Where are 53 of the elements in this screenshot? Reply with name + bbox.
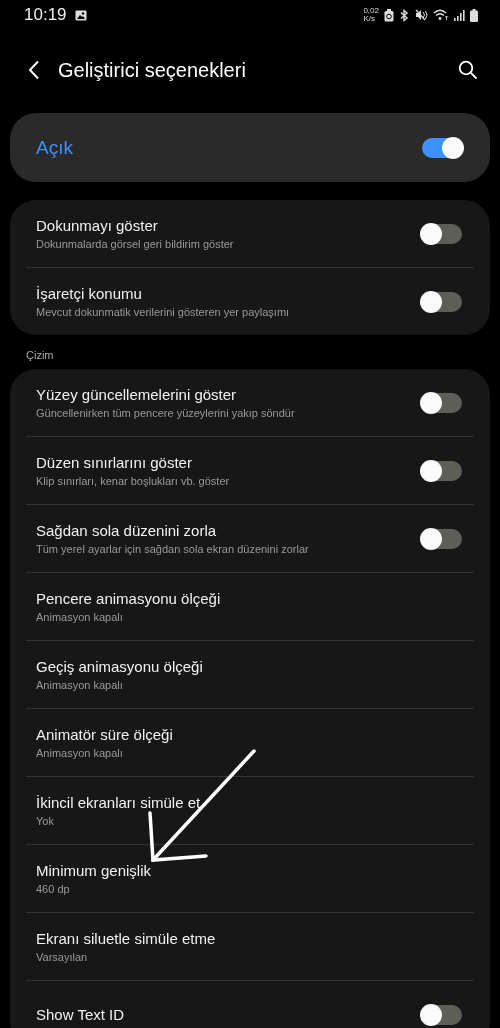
setting-title: Minimum genişlik bbox=[36, 862, 153, 879]
setting-title: Yüzey güncellemelerini göster bbox=[36, 386, 238, 403]
setting-summary: Yok bbox=[36, 815, 55, 827]
setting-summary: Animasyon kapalı bbox=[36, 747, 124, 759]
setting-title: Ekranı siluetle simüle etme bbox=[36, 930, 217, 947]
setting-summary: Klip sınırları, kenar boşlukları vb. göster bbox=[36, 475, 231, 487]
setting-title: Geçiş animasyonu ölçeği bbox=[36, 658, 204, 675]
setting-row[interactable]: Geçiş animasyonu ölçeği Animasyon kapalı bbox=[26, 640, 474, 708]
setting-summary: Animasyon kapalı bbox=[36, 679, 124, 691]
toggle-switch[interactable] bbox=[422, 291, 462, 312]
network-speed: 0,02 K/s bbox=[363, 7, 379, 23]
toggle-switch[interactable] bbox=[422, 528, 462, 549]
page-title: Geliştirici seçenekleri bbox=[58, 58, 247, 82]
setting-row[interactable]: Show Text ID bbox=[26, 980, 474, 1028]
image-icon bbox=[74, 9, 87, 21]
setting-title: İkincil ekranları simüle et bbox=[36, 794, 202, 811]
toggle-switch[interactable] bbox=[422, 223, 462, 244]
setting-row[interactable]: Dokunmayı göster Dokunmalarda görsel geri bildirim göster bbox=[26, 200, 474, 267]
wifi-icon bbox=[433, 9, 449, 21]
master-label: Açık bbox=[36, 136, 74, 159]
setting-summary: Varsayılan bbox=[36, 951, 89, 963]
toggle-switch[interactable] bbox=[422, 392, 462, 413]
setting-row[interactable]: Animatör süre ölçeği Animasyon kapalı bbox=[26, 708, 474, 776]
setting-row[interactable]: Düzen sınırlarını göster Klip sınırları, kenar boşlukları vb. göster bbox=[26, 436, 474, 504]
setting-title: Sağdan sola düzenini zorla bbox=[36, 522, 218, 539]
setting-summary: Animasyon kapalı bbox=[36, 611, 124, 623]
setting-row[interactable]: Minimum genişlik 460 dp bbox=[26, 844, 474, 912]
toggle-switch[interactable] bbox=[422, 460, 462, 481]
mute-icon bbox=[415, 9, 428, 21]
setting-summary: Güncellenirken tüm pencere yüzeylerini yakıp söndür bbox=[36, 407, 296, 419]
bluetooth-icon bbox=[399, 8, 410, 22]
setting-title: Düzen sınırlarını göster bbox=[36, 454, 193, 471]
setting-row[interactable]: Yüzey güncellemelerini göster Güncellenirken tüm pencere yüzeylerini yakıp söndür bbox=[26, 369, 474, 436]
battery-icon bbox=[470, 8, 478, 22]
setting-title: İşaretçi konumu bbox=[36, 285, 143, 302]
setting-summary: Tüm yerel ayarlar için sağdan sola ekran düzenini zorlar bbox=[36, 543, 310, 555]
section-title: Çizim bbox=[25, 348, 55, 363]
setting-title: Dokunmayı göster bbox=[36, 217, 159, 234]
setting-summary: Dokunmalarda görsel geri bildirim göster bbox=[36, 238, 235, 250]
setting-summary: Mevcut dokunmatik verilerini gösteren yer paylaşımı bbox=[36, 306, 291, 318]
setting-row[interactable]: Ekranı siluetle simüle etme Varsayılan bbox=[26, 912, 474, 980]
toggle-switch[interactable] bbox=[422, 1004, 462, 1025]
setting-row[interactable]: Pencere animasyonu ölçeği Animasyon kapalı bbox=[26, 572, 474, 640]
signal-icon bbox=[454, 9, 465, 21]
setting-row[interactable]: Sağdan sola düzenini zorla Tüm yerel ayarlar için sağdan sola ekran düzenini zorlar bbox=[26, 504, 474, 572]
setting-summary: 460 dp bbox=[36, 883, 71, 895]
status-time: 10:19 bbox=[24, 5, 67, 25]
toggle-switch[interactable] bbox=[422, 137, 462, 158]
setting-title: Pencere animasyonu ölçeği bbox=[36, 590, 222, 607]
setting-row[interactable]: İkincil ekranları simüle et Yok bbox=[26, 776, 474, 844]
setting-row[interactable]: İşaretçi konumu Mevcut dokunmatik verilerini gösteren yer paylaşımı bbox=[26, 267, 474, 335]
setting-title: Show Text ID bbox=[36, 1006, 126, 1023]
setting-title: Animatör süre ölçeği bbox=[36, 726, 174, 743]
